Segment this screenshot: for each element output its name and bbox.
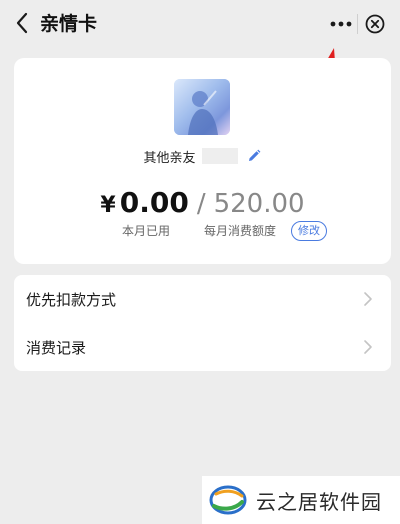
more-options-button[interactable] xyxy=(326,12,356,36)
limit-caption: 每月消费额度 xyxy=(204,224,277,238)
list-item-payment-priority[interactable]: 优先扣款方式 xyxy=(14,275,391,323)
list-item-spending-records[interactable]: 消费记录 xyxy=(14,323,391,371)
edit-name-button[interactable] xyxy=(246,148,262,164)
spent-amount: 0.00 xyxy=(119,186,189,219)
capsule-divider xyxy=(357,14,358,34)
spent-caption: 本月已用 xyxy=(122,224,171,238)
back-button[interactable] xyxy=(8,8,36,38)
watermark-text: 云之居软件园 xyxy=(256,489,382,514)
member-name-field xyxy=(201,148,238,164)
currency-symbol: ¥ xyxy=(100,193,116,218)
family-card-panel: 其他亲友 ¥ 0.00 / 520.00 本月已用 每月消费额度 修改 xyxy=(14,58,391,264)
list-item-label: 消费记录 xyxy=(26,338,87,357)
amount-separator: / xyxy=(196,189,206,219)
amount-row: ¥ 0.00 / 520.00 xyxy=(14,186,391,222)
member-row: 其他亲友 xyxy=(14,146,391,166)
list-item-label: 优先扣款方式 xyxy=(26,290,117,309)
avatar-image xyxy=(174,79,230,135)
chevron-right-icon xyxy=(364,292,372,306)
monthly-limit-amount: 520.00 xyxy=(213,189,305,219)
member-relation-label: 其他亲友 xyxy=(143,150,196,166)
modify-limit-button[interactable]: 修改 xyxy=(291,221,327,241)
close-circle-icon xyxy=(365,14,385,34)
page-title: 亲情卡 xyxy=(40,13,98,35)
chevron-left-icon xyxy=(16,12,28,34)
pencil-icon xyxy=(248,149,260,161)
watermark: 云之居软件园 xyxy=(202,476,400,524)
more-dots-icon xyxy=(330,21,352,27)
close-button[interactable] xyxy=(362,11,388,37)
settings-list: 优先扣款方式 消费记录 xyxy=(14,275,391,371)
avatar xyxy=(174,79,230,135)
chevron-right-icon xyxy=(364,340,372,354)
amount-captions: 本月已用 每月消费额度 修改 xyxy=(14,221,391,242)
watermark-logo-icon xyxy=(209,485,247,515)
